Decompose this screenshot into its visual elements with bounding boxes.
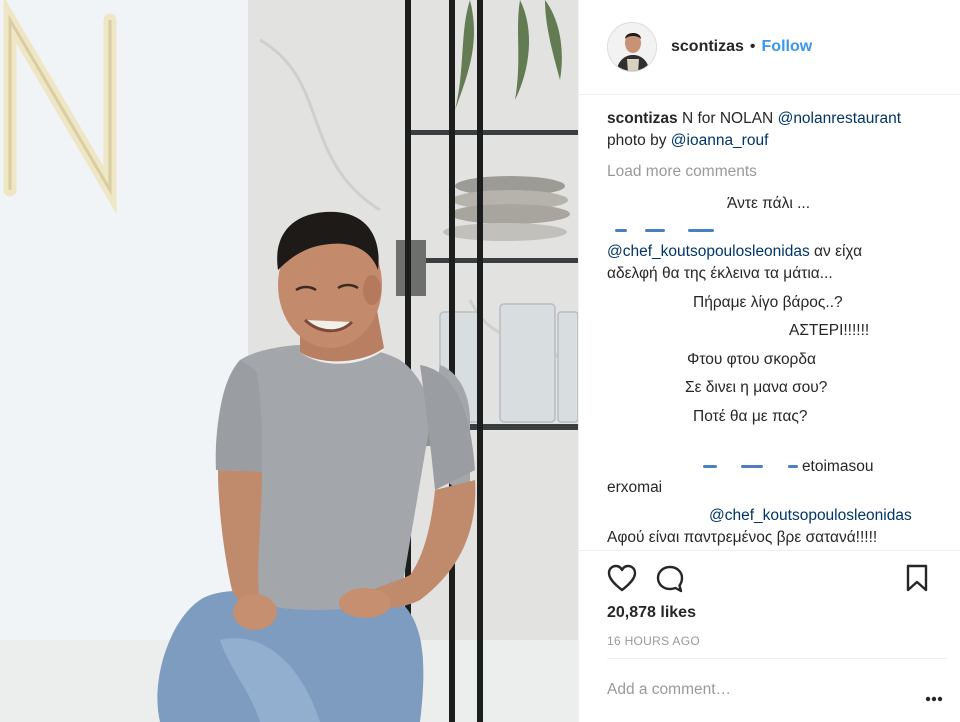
header-separator: • xyxy=(749,38,756,55)
comment-4: ΑΣΤΕΡΙ!!!!!! xyxy=(789,320,869,342)
avatar[interactable] xyxy=(607,22,657,72)
action-bar xyxy=(579,550,960,551)
comment-text: Αφού είναι παντρεμένος βρε σατανά!!!!! xyxy=(607,529,878,546)
load-more-comments[interactable]: Load more comments xyxy=(607,161,757,183)
comment-text: Ποτέ θα με πας? xyxy=(693,408,808,425)
comment-9: @chef_koutsopoulosleonidas xyxy=(709,505,912,527)
redaction-mark xyxy=(703,465,717,469)
caption-mention-restaurant[interactable]: @nolanrestaurant xyxy=(778,110,901,127)
comment-1: Άντε πάλι ... xyxy=(727,193,810,215)
post-timestamp[interactable]: 16 HOURS AGO xyxy=(607,634,700,648)
redaction-mark xyxy=(787,465,798,469)
instagram-post: scontizas • Follow scontizas N for NOLAN… xyxy=(0,0,960,722)
header-username[interactable]: scontizas xyxy=(671,38,744,56)
comment-5: Φτου φτου σκορδα xyxy=(687,349,816,371)
comment-8-line-2: erxomai xyxy=(607,477,662,499)
comment-2: @chef_koutsopoulosleonidas αν είχα xyxy=(607,241,862,263)
post-photo[interactable] xyxy=(0,0,578,722)
comment-6: Σε δινει η μανα σου? xyxy=(685,377,827,399)
comment-3: Πήραμε λίγο βάρος..? xyxy=(693,292,843,314)
comment-text: αδελφή θα της έκλεινα τα μάτια... xyxy=(607,265,833,282)
comment-text: αν είχα xyxy=(814,243,863,260)
likes-count[interactable]: 20,878 likes xyxy=(607,604,696,622)
comment-text: Άντε πάλι ... xyxy=(727,195,811,212)
more-options-icon[interactable] xyxy=(925,689,943,706)
redacted-username xyxy=(615,220,714,242)
comment-7: Ποτέ θα με πας? xyxy=(693,406,808,428)
comment-9-line-2: Αφού είναι παντρεμένος βρε σατανά!!!!! xyxy=(607,527,877,549)
photo-illustration xyxy=(0,0,578,722)
comment-2-line-2: αδελφή θα της έκλεινα τα μάτια... xyxy=(607,263,833,285)
add-comment-section xyxy=(607,658,947,722)
post-side-panel: scontizas • Follow scontizas N for NOLAN… xyxy=(578,0,960,722)
add-comment-input[interactable] xyxy=(607,681,907,699)
redaction-mark xyxy=(645,229,666,233)
redaction-mark xyxy=(741,465,764,469)
comment-mention[interactable]: @chef_koutsopoulosleonidas xyxy=(709,507,912,524)
comment-text: ΑΣΤΕΡΙ!!!!!! xyxy=(789,322,870,339)
comment-bubble-icon[interactable] xyxy=(655,564,685,598)
bookmark-icon[interactable] xyxy=(905,564,929,596)
post-header: scontizas • Follow xyxy=(579,0,960,95)
follow-button[interactable]: Follow xyxy=(762,38,813,56)
heart-icon[interactable] xyxy=(607,564,637,596)
comment-8: etoimasou xyxy=(703,456,873,478)
caption-text: N for NOLAN xyxy=(681,110,774,127)
redaction-mark xyxy=(615,229,627,233)
caption-credit-prefix: photo by xyxy=(607,132,667,149)
comment-text: Φτου φτου σκορδα xyxy=(687,351,816,368)
caption-mention-photographer[interactable]: @ioanna_rouf xyxy=(671,132,769,149)
caption-line-2: photo by @ioanna_rouf xyxy=(607,130,768,152)
comment-text: Σε δινει η μανα σου? xyxy=(685,379,828,396)
comment-text: Πήραμε λίγο βάρος..? xyxy=(693,294,843,311)
caption-username[interactable]: scontizas xyxy=(607,110,678,127)
avatar-image xyxy=(608,23,656,71)
caption: scontizas N for NOLAN @nolanrestaurant xyxy=(607,108,901,130)
comment-mention[interactable]: @chef_koutsopoulosleonidas xyxy=(607,243,810,260)
comment-text: etoimasou xyxy=(801,458,874,475)
redaction-mark xyxy=(687,229,714,233)
comment-text: erxomai xyxy=(607,479,663,496)
